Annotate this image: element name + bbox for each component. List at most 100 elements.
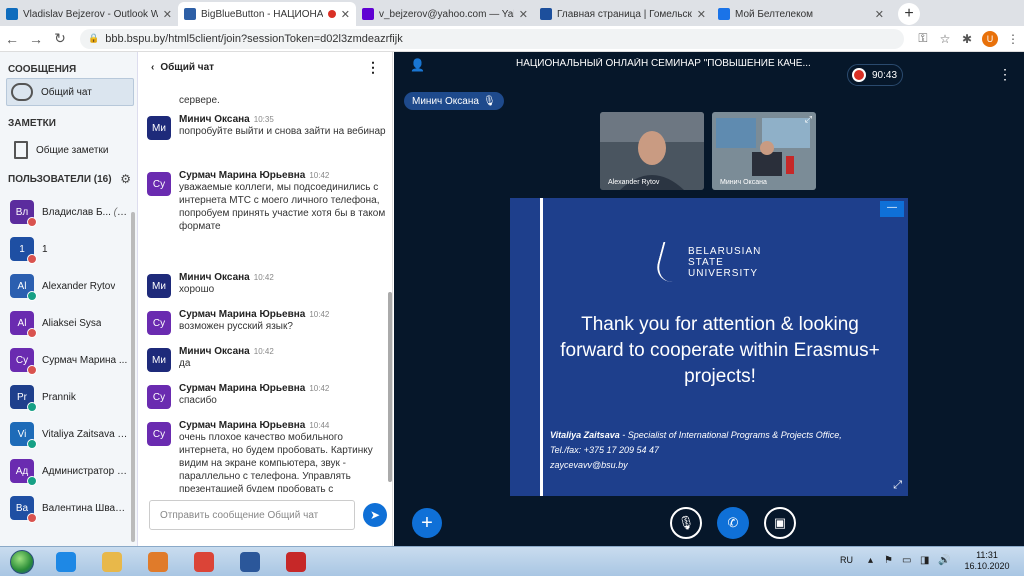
profile-avatar[interactable]: U — [982, 30, 998, 47]
close-tab-icon[interactable]: ✕ — [519, 8, 528, 21]
user-list-item[interactable]: Pr Prannik — [10, 379, 134, 415]
options-menu-icon[interactable]: ⋮ — [998, 66, 1012, 83]
avatar: Ад — [10, 459, 37, 486]
chat-menu-icon[interactable]: ⋮ — [366, 59, 380, 76]
user-list-item[interactable]: 1 1 — [10, 231, 134, 267]
url-field[interactable]: 🔒 bbb.bspu.by/html5client/join?sessionTo… — [80, 28, 904, 49]
volume-icon[interactable]: 🔊 — [938, 555, 950, 566]
sender-name: Сурмач Марина Юрьевна — [179, 420, 306, 431]
feather-icon — [652, 242, 688, 282]
avatar: Al — [10, 311, 37, 338]
public-chat-item[interactable]: Общий чат — [6, 78, 134, 106]
forward-icon[interactable]: → — [24, 31, 48, 47]
user-list-item[interactable]: Ва Валентина Швайко — [10, 490, 134, 526]
recording-timer: 90:43 — [872, 69, 898, 81]
flag-icon[interactable]: ⚑ — [884, 555, 893, 566]
close-tab-icon[interactable]: ✕ — [697, 8, 706, 21]
user-initials: Pr — [17, 391, 27, 403]
taskbar-app-chrome[interactable] — [184, 549, 224, 575]
network-icon[interactable]: ◨ — [920, 555, 929, 566]
clock[interactable]: 11:31 16.10.2020 — [962, 550, 1012, 572]
recording-dot-icon — [327, 10, 336, 18]
user-list-item[interactable]: Су Сурмач Марина ... — [10, 342, 134, 378]
browser-tab[interactable]: BigBlueButton - НАЦИОНА ✕ — [178, 2, 356, 26]
expand-icon[interactable]: ⤢ — [805, 114, 812, 125]
tab-title: BigBlueButton - НАЦИОНА — [201, 8, 323, 20]
chat-messages: сервере. Ми Минич Оксана 10:35 попробуйте… — [139, 82, 387, 492]
video-tile-alexander[interactable]: Alexander Rytov — [600, 112, 704, 190]
contact-role: - Specialist of International Programs &… — [619, 430, 842, 440]
explorer-icon — [102, 552, 122, 572]
start-button[interactable] — [2, 549, 42, 575]
audio-button[interactable]: ✆ — [717, 507, 749, 539]
taskbar-app-explorer[interactable] — [92, 549, 132, 575]
logo-line-2: STATE — [688, 256, 724, 268]
camera-button[interactable]: ▣ — [764, 507, 796, 539]
tray-arrow-icon[interactable]: ▴ — [868, 555, 873, 566]
actions-button[interactable]: + — [412, 508, 442, 538]
user-name: 1 — [42, 243, 48, 255]
star-icon[interactable]: ☆ — [934, 32, 956, 46]
video-tile-minich[interactable]: ⤢ Минич Оксана — [712, 112, 816, 190]
mute-button[interactable]: 🎙 — [670, 507, 702, 539]
lock-icon: 🔒 — [88, 33, 100, 43]
contact-phone: Tel./fax: +375 17 209 54 47 — [550, 445, 660, 455]
left-panel: СООБЩЕНИЯ Общий чат ЗАМЕТКИ Общие заметк… — [0, 52, 138, 546]
shared-notes-item[interactable]: Общие заметки — [6, 136, 134, 164]
camera-off-icon: ▣ — [773, 515, 787, 530]
close-tab-icon[interactable]: ✕ — [875, 8, 884, 21]
favicon-icon — [362, 8, 374, 20]
user-list-item[interactable]: Al Aliaksei Sysa — [10, 305, 134, 341]
user-list-item[interactable]: Ад Администратор О... — [10, 453, 134, 489]
taskbar-app-ie[interactable] — [46, 549, 86, 575]
new-tab-button[interactable]: + — [898, 3, 920, 25]
chat-input[interactable]: Отправить сообщение Общий чат — [149, 500, 355, 530]
user-list-item[interactable]: Al Alexander Rytov — [10, 268, 134, 304]
chevron-left-icon[interactable]: ‹ — [151, 62, 154, 73]
taskbar-app-media[interactable] — [138, 549, 178, 575]
recording-indicator[interactable]: 90:43 — [847, 64, 903, 86]
presentation-slide: — BELARUSIAN STATE UNIVERSITY Thank you … — [510, 198, 908, 496]
language-indicator[interactable]: RU — [840, 555, 853, 565]
user-list-item[interactable]: Вл Владислав Б... (Вы) — [10, 194, 134, 230]
back-icon[interactable]: ← — [0, 31, 24, 47]
key-icon[interactable]: ⚿ — [912, 31, 934, 46]
muted-mic-icon — [27, 254, 37, 264]
browser-tab[interactable]: Мой Белтелеком ✕ — [712, 2, 890, 26]
user-icon[interactable]: 👤 — [410, 58, 425, 72]
close-tab-icon[interactable]: ✕ — [341, 8, 350, 21]
gear-icon[interactable]: ⚙ — [120, 172, 131, 186]
browser-tab[interactable]: Главная страница | Гомельски ✕ — [534, 2, 712, 26]
user-initials: Ад — [15, 465, 29, 477]
extensions-icon[interactable]: ✱ — [956, 32, 978, 46]
browser-tab[interactable]: v_bejzerov@yahoo.com — Yaho ✕ — [356, 2, 534, 26]
partial-message: сервере. — [179, 95, 220, 106]
chat-scrollbar[interactable] — [388, 292, 392, 482]
favicon-icon — [6, 8, 18, 20]
chat-icon — [11, 83, 33, 101]
public-chat-label: Общий чат — [41, 86, 92, 98]
listen-only-icon — [27, 476, 37, 486]
user-list-item[interactable]: Vi Vitaliya Zaitsava BSU — [10, 416, 134, 452]
reload-icon[interactable]: ↻ — [48, 30, 72, 47]
message-time: 10:42 — [253, 347, 274, 356]
send-button[interactable]: ➤ — [363, 503, 387, 527]
avatar: Vi — [10, 422, 37, 449]
minimize-presentation-button[interactable]: — — [880, 201, 904, 217]
browser-tab[interactable]: Vladislav Bejzerov - Outlook We ✕ — [0, 2, 178, 26]
taskbar-app-word[interactable] — [230, 549, 270, 575]
user-initials: Вл — [15, 206, 29, 218]
browser-menu-icon[interactable]: ⋮ — [1002, 32, 1024, 46]
close-tab-icon[interactable]: ✕ — [163, 8, 172, 21]
taskbar-app-pdf[interactable] — [276, 549, 316, 575]
avatar: Al — [10, 274, 37, 301]
message-time: 10:35 — [253, 115, 274, 124]
sender-name: Сурмач Марина Юрьевна — [179, 383, 306, 394]
users-scrollbar[interactable] — [131, 212, 135, 542]
monitor-icon[interactable]: ▭ — [902, 555, 911, 566]
listen-only-icon — [27, 291, 37, 301]
chrome-icon — [194, 552, 214, 572]
tab-title: Vladislav Bejzerov - Outlook We — [23, 8, 158, 20]
fullscreen-icon[interactable]: ⤢ — [893, 479, 902, 492]
message-time: 10:42 — [309, 384, 330, 393]
